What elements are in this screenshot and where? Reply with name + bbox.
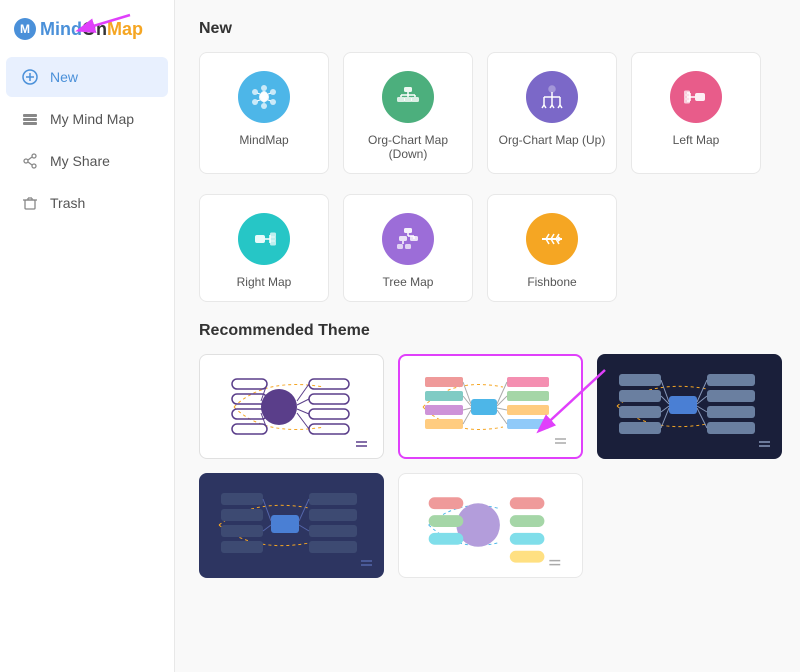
map-grid-row2: Right Map Tree Map	[199, 194, 776, 302]
theme-card-3[interactable]	[597, 354, 782, 459]
main-content: New	[175, 0, 800, 672]
sidebar-item-mymindmap-label: My Mind Map	[50, 111, 134, 127]
sidebar-item-my-mind-map[interactable]: My Mind Map	[6, 99, 168, 139]
org-down-label: Org-Chart Map (Down)	[354, 133, 462, 161]
sidebar-item-trash-label: Trash	[50, 195, 85, 211]
my-share-icon	[20, 151, 40, 171]
left-map-icon	[670, 71, 722, 123]
map-grid-row1: MindMap Org-Chart Map (Down)	[199, 52, 776, 174]
left-map-label: Left Map	[673, 133, 720, 147]
sidebar-item-trash[interactable]: Trash	[6, 183, 168, 223]
theme-4-preview	[199, 473, 384, 578]
recommended-theme-title: Recommended Theme	[199, 322, 776, 340]
map-card-tree-map[interactable]: Tree Map	[343, 194, 473, 302]
fishbone-label: Fishbone	[527, 275, 576, 289]
theme-grid	[199, 354, 776, 578]
map-card-org-down[interactable]: Org-Chart Map (Down)	[343, 52, 473, 174]
org-up-label: Org-Chart Map (Up)	[499, 133, 606, 147]
theme-2-preview	[403, 357, 578, 457]
theme-card-5[interactable]	[398, 473, 583, 578]
theme-card-2[interactable]	[398, 354, 583, 459]
sidebar-item-new-label: New	[50, 69, 78, 85]
theme-card-1[interactable]	[199, 354, 384, 459]
map-card-fishbone[interactable]: Fishbone	[487, 194, 617, 302]
tree-map-icon	[382, 213, 434, 265]
right-map-icon	[238, 213, 290, 265]
theme-3-preview	[597, 354, 782, 459]
org-up-icon	[526, 71, 578, 123]
mindmap-icon	[238, 71, 290, 123]
new-section-title: New	[199, 20, 776, 38]
my-mind-map-icon	[20, 109, 40, 129]
logo-text: MindOnMap	[40, 19, 143, 40]
tree-map-label: Tree Map	[383, 275, 434, 289]
map-card-mindmap[interactable]: MindMap	[199, 52, 329, 174]
logo: M MindOnMap	[0, 10, 174, 56]
org-down-icon	[382, 71, 434, 123]
sidebar-item-my-share[interactable]: My Share	[6, 141, 168, 181]
map-card-left-map[interactable]: Left Map	[631, 52, 761, 174]
theme-5-preview	[399, 473, 582, 578]
sidebar-item-new[interactable]: New	[6, 57, 168, 97]
logo-icon: M	[14, 18, 36, 40]
mindmap-label: MindMap	[239, 133, 288, 147]
theme-1-preview	[204, 357, 379, 457]
map-card-org-up[interactable]: Org-Chart Map (Up)	[487, 52, 617, 174]
sidebar: M MindOnMap New My Mind Map	[0, 0, 175, 672]
right-map-label: Right Map	[237, 275, 292, 289]
sidebar-item-myshare-label: My Share	[50, 153, 110, 169]
fishbone-icon	[526, 213, 578, 265]
new-icon	[20, 67, 40, 87]
theme-card-4[interactable]	[199, 473, 384, 578]
trash-icon	[20, 193, 40, 213]
map-card-right-map[interactable]: Right Map	[199, 194, 329, 302]
